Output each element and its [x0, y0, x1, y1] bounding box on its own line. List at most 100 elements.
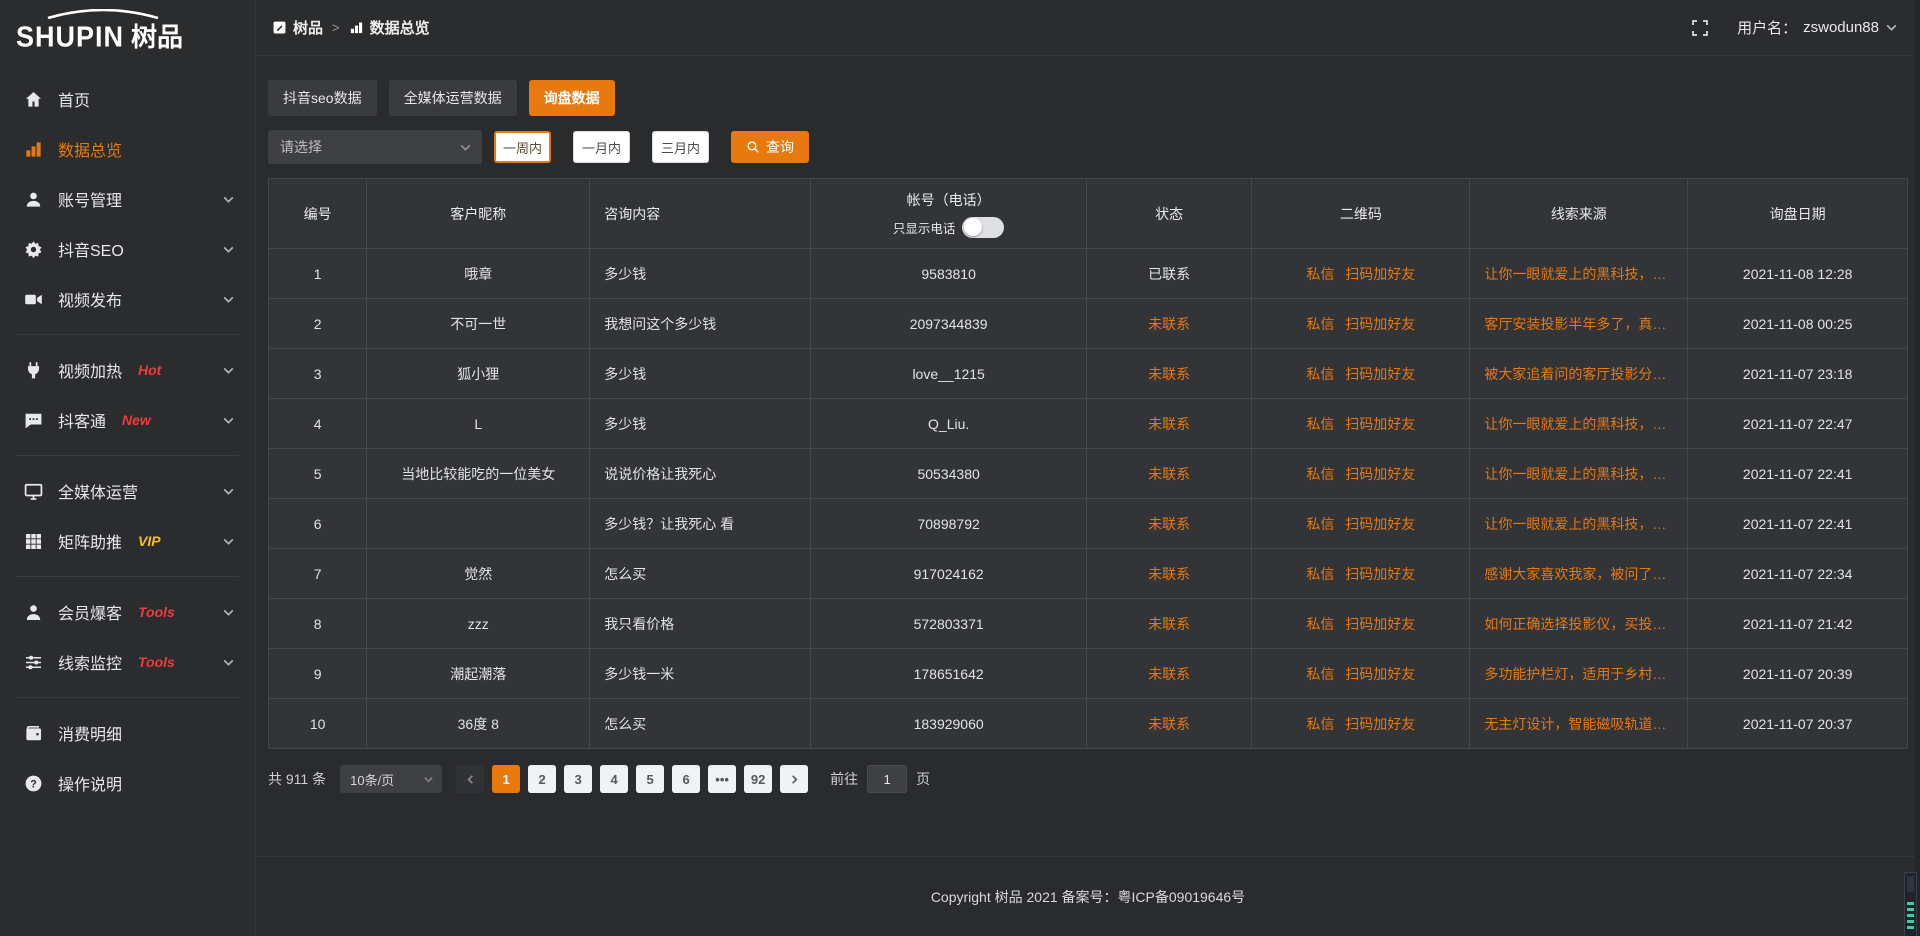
page-number-button[interactable]: 92 [744, 765, 772, 793]
sidebar-item-label: 线索监控 [58, 650, 122, 674]
qrcode-cell: 私信 扫码加好友 [1252, 649, 1470, 699]
scan-add-friend-link[interactable]: 扫码加好友 [1345, 666, 1415, 682]
page-number-button[interactable]: ••• [708, 765, 736, 793]
lead-source-link[interactable]: 感谢大家喜欢我家，被问了好... [1470, 549, 1688, 599]
private-message-link[interactable]: 私信 [1306, 666, 1334, 682]
sidebar-item[interactable]: 消费明细 [0, 708, 255, 758]
sidebar-item[interactable]: 全媒体运营 [0, 466, 255, 516]
user-area: 用户名： zswodun88 [1691, 17, 1898, 38]
inquiry-date-cell: 2021-11-07 22:41 [1688, 449, 1908, 499]
sidebar-item[interactable]: ? 操作说明 [0, 758, 255, 808]
page-size-select[interactable]: 10条/页 [340, 765, 442, 793]
scan-add-friend-link[interactable]: 扫码加好友 [1345, 466, 1415, 482]
breadcrumb-separator: > [332, 20, 340, 35]
period-button[interactable]: 一周内 [494, 131, 551, 163]
private-message-link[interactable]: 私信 [1306, 516, 1334, 532]
page-number-button[interactable]: 6 [672, 765, 700, 793]
account-cell: 2097344839 [811, 299, 1086, 349]
status-cell: 未联系 [1086, 699, 1252, 749]
logo-text-en: SHUPIN [16, 21, 124, 54]
private-message-link[interactable]: 私信 [1306, 266, 1334, 282]
next-page-button[interactable] [780, 765, 808, 793]
qrcode-cell: 私信 扫码加好友 [1252, 699, 1470, 749]
page-number-button[interactable]: 1 [492, 765, 520, 793]
sidebar-item[interactable]: 数据总览 [0, 124, 255, 174]
scan-add-friend-link[interactable]: 扫码加好友 [1345, 516, 1415, 532]
lead-source-link[interactable]: 多功能护栏灯，适用于乡村文... [1470, 649, 1688, 699]
scan-add-friend-link[interactable]: 扫码加好友 [1345, 366, 1415, 382]
private-message-link[interactable]: 私信 [1306, 716, 1334, 732]
lead-source-link[interactable]: 被大家追着问的客厅投影分享... [1470, 349, 1688, 399]
inquiry-cell: 我想问这个多少钱 [590, 299, 811, 349]
chevron-down-icon [222, 193, 235, 206]
monitor-icon [24, 482, 43, 501]
scan-add-friend-link[interactable]: 扫码加好友 [1345, 266, 1415, 282]
col-header-inquiry: 咨询内容 [590, 179, 811, 249]
sidebar-item[interactable]: 抖音SEO [0, 224, 255, 274]
sidebar-item-badge: Hot [138, 362, 161, 378]
lead-source-link[interactable]: 客厅安装投影半年多了，真实... [1470, 299, 1688, 349]
sidebar-item[interactable]: 账号管理 [0, 174, 255, 224]
sidebar-item[interactable]: 视频加热 Hot [0, 345, 255, 395]
lead-source-link[interactable]: 如何正确选择投影仪，买投影... [1470, 599, 1688, 649]
logo-text-cn: 树品 [131, 17, 183, 54]
data-tab[interactable]: 全媒体运营数据 [389, 80, 517, 116]
period-button[interactable]: 三月内 [652, 131, 709, 163]
breadcrumb-home[interactable]: 树品 [272, 17, 323, 38]
scan-add-friend-link[interactable]: 扫码加好友 [1345, 416, 1415, 432]
private-message-link[interactable]: 私信 [1306, 616, 1334, 632]
page-number-button[interactable]: 4 [600, 765, 628, 793]
scan-add-friend-link[interactable]: 扫码加好友 [1345, 566, 1415, 582]
sidebar-item[interactable]: 线索监控 Tools [0, 637, 255, 687]
phone-only-toggle[interactable] [962, 217, 1004, 238]
private-message-link[interactable]: 私信 [1306, 416, 1334, 432]
period-button[interactable]: 一月内 [573, 131, 630, 163]
private-message-link[interactable]: 私信 [1306, 466, 1334, 482]
table-row: 6 多少钱？让我死心 看 70898792 未联系 私信 扫码加好友 让你一眼就… [269, 499, 1908, 549]
scan-add-friend-link[interactable]: 扫码加好友 [1345, 716, 1415, 732]
row-id-cell: 4 [269, 399, 367, 449]
row-id-cell: 8 [269, 599, 367, 649]
sidebar-item[interactable]: 会员爆客 Tools [0, 587, 255, 637]
account-cell: love__1215 [811, 349, 1086, 399]
status-cell: 未联系 [1086, 299, 1252, 349]
top-header: 树品 > 数据总览 用户名：zswodun88 [256, 0, 1920, 56]
user-dropdown[interactable]: 用户名： zswodun88 [1737, 17, 1898, 38]
private-message-link[interactable]: 私信 [1306, 316, 1334, 332]
lead-source-link[interactable]: 让你一眼就爱上的黑科技，能... [1470, 249, 1688, 299]
lead-source-link[interactable]: 让你一眼就爱上的黑科技，能... [1470, 499, 1688, 549]
private-message-link[interactable]: 私信 [1306, 366, 1334, 382]
sidebar-item[interactable]: 视频发布 [0, 274, 255, 324]
user-label: 用户名： [1737, 17, 1797, 38]
fullscreen-icon[interactable] [1691, 19, 1709, 37]
inquiry-cell: 怎么买 [590, 549, 811, 599]
lead-source-link[interactable]: 让你一眼就爱上的黑科技，能... [1470, 449, 1688, 499]
table-row: 2 不可一世 我想问这个多少钱 2097344839 未联系 私信 扫码加好友 … [269, 299, 1908, 349]
lead-source-link[interactable]: 无主灯设计，智能磁吸轨道灯... [1470, 699, 1688, 749]
sidebar-item[interactable]: 矩阵助推 VIP [0, 516, 255, 566]
grid-icon [24, 532, 43, 551]
search-button[interactable]: 查询 [731, 131, 809, 163]
sidebar-divider [16, 455, 239, 456]
private-message-link[interactable]: 私信 [1306, 566, 1334, 582]
page-number-button[interactable]: 3 [564, 765, 592, 793]
data-tab[interactable]: 抖音seo数据 [268, 80, 377, 116]
member-icon [24, 603, 43, 622]
sidebar-item[interactable]: 首页 [0, 74, 255, 124]
nickname-cell: 哦章 [367, 249, 590, 299]
sidebar-item-label: 数据总览 [58, 137, 122, 161]
data-tab[interactable]: 询盘数据 [529, 80, 615, 116]
chat-widget[interactable] [1904, 872, 1917, 936]
sidebar-item[interactable]: 抖客通 New [0, 395, 255, 445]
prev-page-button[interactable] [456, 765, 484, 793]
scan-add-friend-link[interactable]: 扫码加好友 [1345, 316, 1415, 332]
filter-select[interactable]: 请选择 [268, 130, 482, 164]
page-number-button[interactable]: 2 [528, 765, 556, 793]
scrollbar-track[interactable] [1915, 0, 1920, 936]
page-number-button[interactable]: 5 [636, 765, 664, 793]
scan-add-friend-link[interactable]: 扫码加好友 [1345, 616, 1415, 632]
question-icon: ? [24, 774, 43, 793]
lead-source-link[interactable]: 让你一眼就爱上的黑科技，能... [1470, 399, 1688, 449]
goto-page-input[interactable] [867, 765, 907, 793]
username-value: zswodun88 [1803, 19, 1879, 36]
